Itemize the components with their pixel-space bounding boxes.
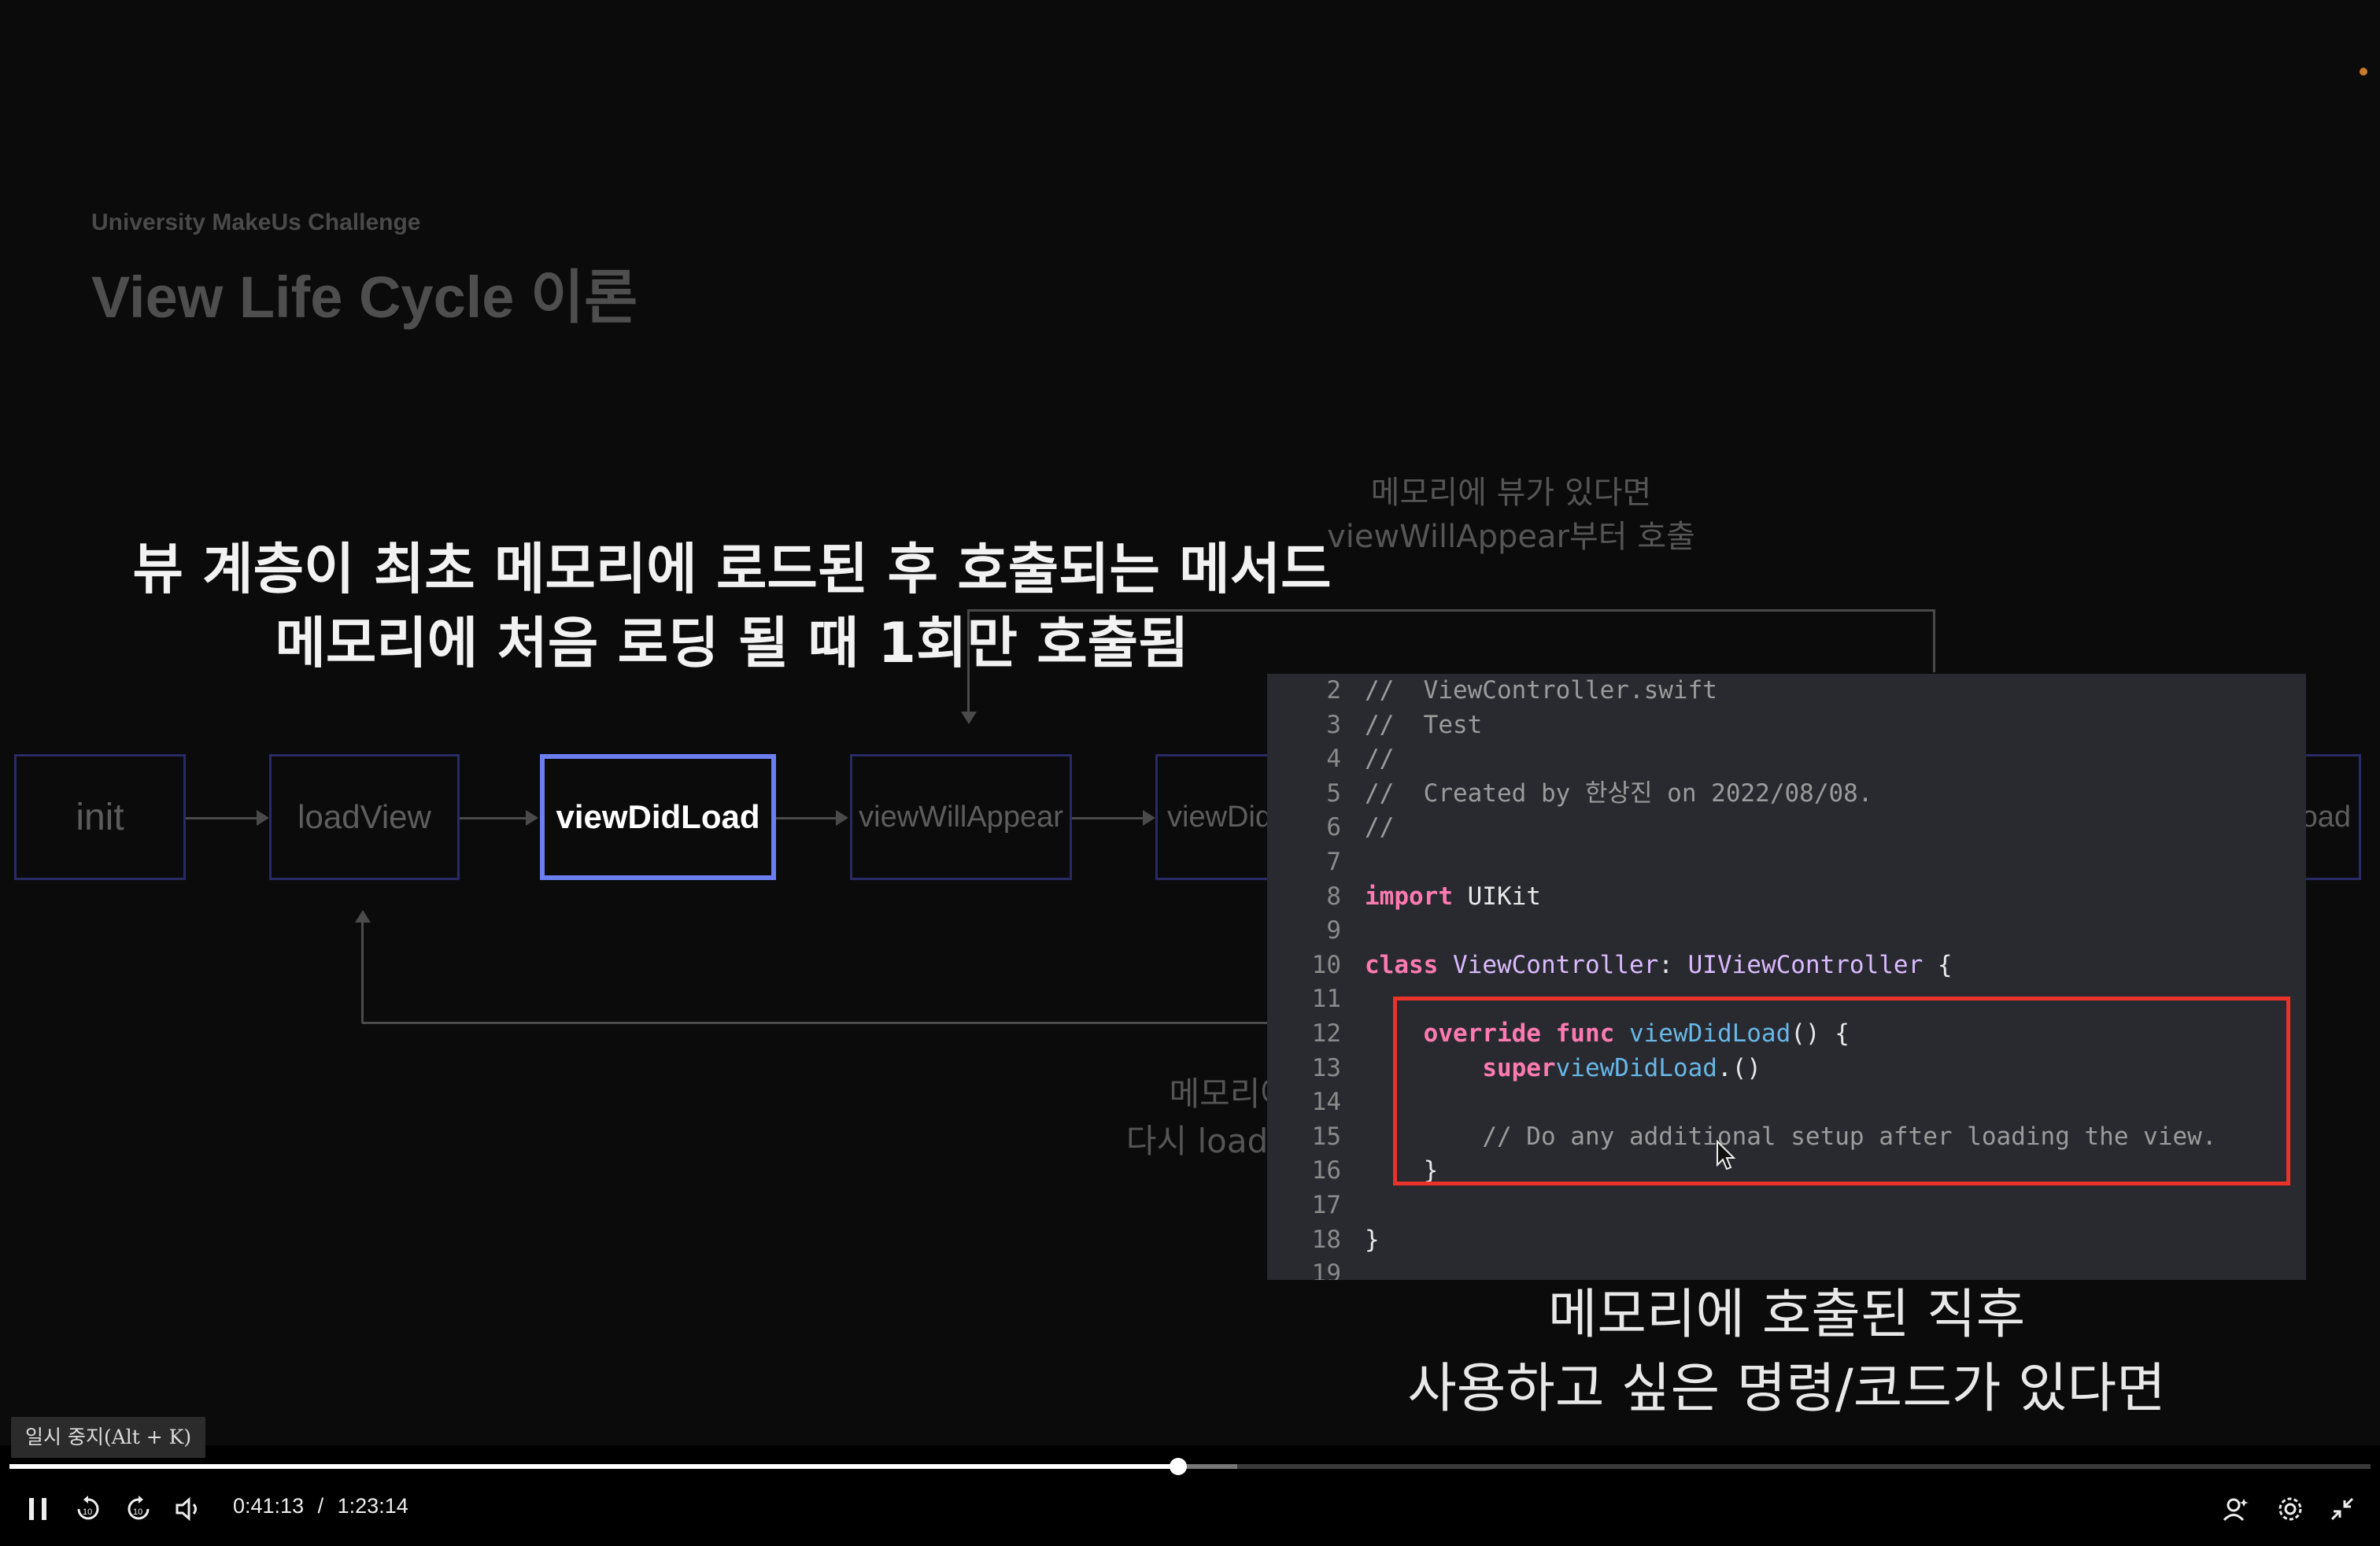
box-viewwillappear: viewWillAppear <box>850 754 1072 880</box>
duration: 1:23:14 <box>337 1494 408 1518</box>
line-number: 9 <box>1326 916 1341 945</box>
volume-icon[interactable] <box>173 1493 205 1525</box>
line-number: 17 <box>1311 1191 1341 1219</box>
arrowhead-loadview-viewdidload <box>526 810 538 826</box>
current-time: 0:41:13 <box>233 1494 305 1518</box>
bottom-loop-up <box>361 921 364 1023</box>
line-number: 15 <box>1311 1122 1341 1151</box>
caption-top-line1: 뷰 계층이 최초 메모리에 로드된 후 호출되는 메서드 <box>132 537 1332 601</box>
time-display: 0:41:13 / 1:23:14 <box>233 1494 408 1518</box>
caption-bottom-line2: 사용하고 싶은 명령/코드가 있다면 <box>1407 1358 2166 1420</box>
code-token-comment: // Test <box>1365 710 1483 739</box>
code-line: 4 // <box>1267 742 1394 776</box>
slide-subtitle: University MakeUs Challenge <box>91 209 421 235</box>
note-top-line1: 메모리에 뷰가 있다면 <box>1370 475 1652 511</box>
code-line: 19 <box>1267 1257 1365 1280</box>
arrow-viewdidload-viewwillappear <box>776 817 839 819</box>
code-token-rest: : <box>1658 950 1688 979</box>
line-number: 18 <box>1311 1225 1341 1254</box>
rewind-10-icon[interactable]: 10 <box>72 1493 104 1525</box>
line-number: 16 <box>1311 1156 1341 1185</box>
pause-icon[interactable] <box>22 1493 54 1525</box>
code-token-type: ViewController <box>1438 950 1659 979</box>
line-number: 3 <box>1326 710 1341 739</box>
svg-text:10: 10 <box>83 1507 92 1517</box>
code-token-comment: // Created by 한상진 on 2022/08/08. <box>1365 779 1873 808</box>
code-line: 5 // Created by 한상진 on 2022/08/08. <box>1267 777 1872 811</box>
time-separator: / <box>317 1494 324 1518</box>
exit-fullscreen-icon[interactable] <box>2326 1493 2358 1525</box>
line-number: 13 <box>1311 1053 1341 1082</box>
bottom-loop-line <box>362 1022 1275 1024</box>
line-number: 4 <box>1326 745 1341 774</box>
code-editor-panel: 2 // ViewController.swift 3 // Test 4 // 5 // C… <box>1267 674 2306 1280</box>
box-viewdid-partial: viewDid <box>1155 754 1281 880</box>
gear-icon[interactable] <box>2275 1493 2306 1525</box>
code-line: 17 <box>1267 1189 1365 1222</box>
arrow-loadview-viewdidload <box>460 817 529 819</box>
arrowhead-init-loadview <box>257 810 269 826</box>
svg-text:10: 10 <box>133 1507 142 1517</box>
loop-line-right <box>1933 609 1935 672</box>
progress-played <box>9 1464 1178 1469</box>
line-number: 14 <box>1311 1088 1341 1117</box>
loop-arrowhead-down <box>961 712 977 724</box>
arrow-viewwillappear-viewdid <box>1072 817 1144 819</box>
arrowhead-viewdidload-viewwillappear <box>836 810 848 826</box>
code-line: 8 import UIKit <box>1267 880 1541 914</box>
line-number: 12 <box>1311 1019 1341 1048</box>
code-token-type2: UIViewController <box>1687 950 1924 979</box>
note-bottom: 메모리에 다시 loadV <box>1102 1071 1291 1165</box>
line-number: 11 <box>1311 985 1341 1014</box>
code-token-comment: // ViewController.swift <box>1365 676 1717 705</box>
progress-scrubber-handle[interactable] <box>1170 1458 1187 1475</box>
arrow-init-loadview <box>186 817 260 819</box>
code-token-kw: class <box>1365 950 1439 979</box>
slide-title: View Life Cycle 이론 <box>91 264 638 330</box>
code-line: 6 // <box>1267 811 1394 845</box>
code-token-kw: import <box>1365 882 1453 911</box>
box-init: init <box>14 754 186 880</box>
box-right-partial: oad <box>2298 754 2361 880</box>
line-number: 5 <box>1326 779 1341 808</box>
caption-top-line2: 메모리에 처음 로딩 될 때 1회만 호출됨 <box>275 611 1189 675</box>
box-loadview: loadView <box>269 754 460 880</box>
line-number: 10 <box>1311 950 1341 979</box>
bottom-loop-arrowhead-up <box>355 910 371 923</box>
box-viewdidload: viewDidLoad <box>540 754 776 880</box>
code-token-comment: // <box>1365 813 1395 842</box>
note-bottom-line1: 메모리에 <box>1169 1074 1291 1113</box>
line-number: 8 <box>1326 882 1341 911</box>
code-token-rest: } <box>1365 1225 1380 1254</box>
code-line: 9 <box>1267 914 1365 948</box>
code-line: 18} <box>1267 1223 1380 1257</box>
code-token-comment: // <box>1365 745 1395 774</box>
pause-tooltip: 일시 중지(Alt + K) <box>11 1417 206 1458</box>
recording-indicator <box>2360 68 2367 76</box>
code-token-rest2: { <box>1923 950 1953 979</box>
code-line: 11 <box>1267 982 1365 1016</box>
line-number: 2 <box>1326 676 1341 705</box>
caption-bottom-line1: 메모리에 호출된 직후 <box>1547 1284 2026 1346</box>
code-token-rest: UIKit <box>1452 882 1541 911</box>
code-line: 7 <box>1267 845 1365 879</box>
line-number: 19 <box>1311 1259 1341 1280</box>
video-frame[interactable]: University MakeUs Challenge View Life Cy… <box>0 0 2380 1546</box>
note-bottom-line2: 다시 loadV <box>1125 1122 1291 1160</box>
arrowhead-viewwillappear-viewdid <box>1143 810 1155 826</box>
code-line: 2 // ViewController.swift <box>1267 674 1717 708</box>
mouse-cursor-icon <box>1717 1140 1736 1171</box>
line-number: 7 <box>1326 848 1341 876</box>
code-line: 3 // Test <box>1267 708 1482 742</box>
ai-assistant-icon[interactable] <box>2221 1493 2252 1525</box>
line-number: 6 <box>1326 813 1341 842</box>
code-line: 10 class ViewController: UIViewController… <box>1267 949 1953 982</box>
code-line: 14 <box>1267 1086 1365 1119</box>
viewdidload-highlight-box <box>1393 997 2290 1185</box>
forward-10-icon[interactable]: 10 <box>123 1493 154 1525</box>
